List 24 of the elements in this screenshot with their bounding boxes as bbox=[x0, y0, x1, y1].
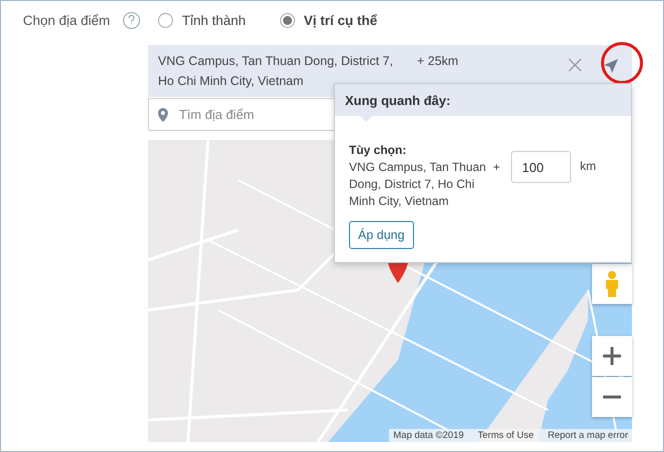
map-attribution-link[interactable]: Map data ©2019 bbox=[393, 430, 464, 441]
apply-button[interactable]: Áp dụng bbox=[349, 221, 414, 249]
map-attribution-link[interactable]: Terms of Use bbox=[478, 430, 534, 441]
option-label: Tùy chọn: bbox=[349, 142, 408, 159]
navigation-arrow-icon[interactable] bbox=[603, 58, 619, 74]
map-attribution-link[interactable]: Report a map error bbox=[548, 430, 628, 441]
radio-button[interactable] bbox=[280, 12, 295, 28]
popup-pointer bbox=[360, 116, 372, 122]
minus-icon[interactable] bbox=[603, 395, 621, 399]
zoom-in-button[interactable] bbox=[592, 336, 632, 376]
radio-label[interactable]: Vị trí cụ thể bbox=[304, 12, 378, 28]
radius-input[interactable]: 100 bbox=[511, 151, 571, 183]
radio-button[interactable] bbox=[158, 12, 173, 28]
help-icon[interactable] bbox=[123, 12, 140, 28]
unit-label: km bbox=[580, 159, 596, 173]
zoom-out-button[interactable] bbox=[592, 377, 632, 417]
plus-icon[interactable] bbox=[603, 347, 621, 365]
radio-label[interactable]: Tỉnh thành bbox=[182, 12, 246, 28]
popup-title: Xung quanh đây: bbox=[335, 84, 631, 116]
plus-sign: + bbox=[493, 160, 502, 174]
popup-address: VNG Campus, Tan Thuan Dong, District 7, Ho Chi Minh City, Vietnam bbox=[349, 159, 487, 210]
radius-text: + 25km bbox=[417, 53, 458, 70]
location-pin-icon bbox=[158, 108, 168, 122]
field-label: Chọn địa điểm bbox=[23, 12, 112, 28]
